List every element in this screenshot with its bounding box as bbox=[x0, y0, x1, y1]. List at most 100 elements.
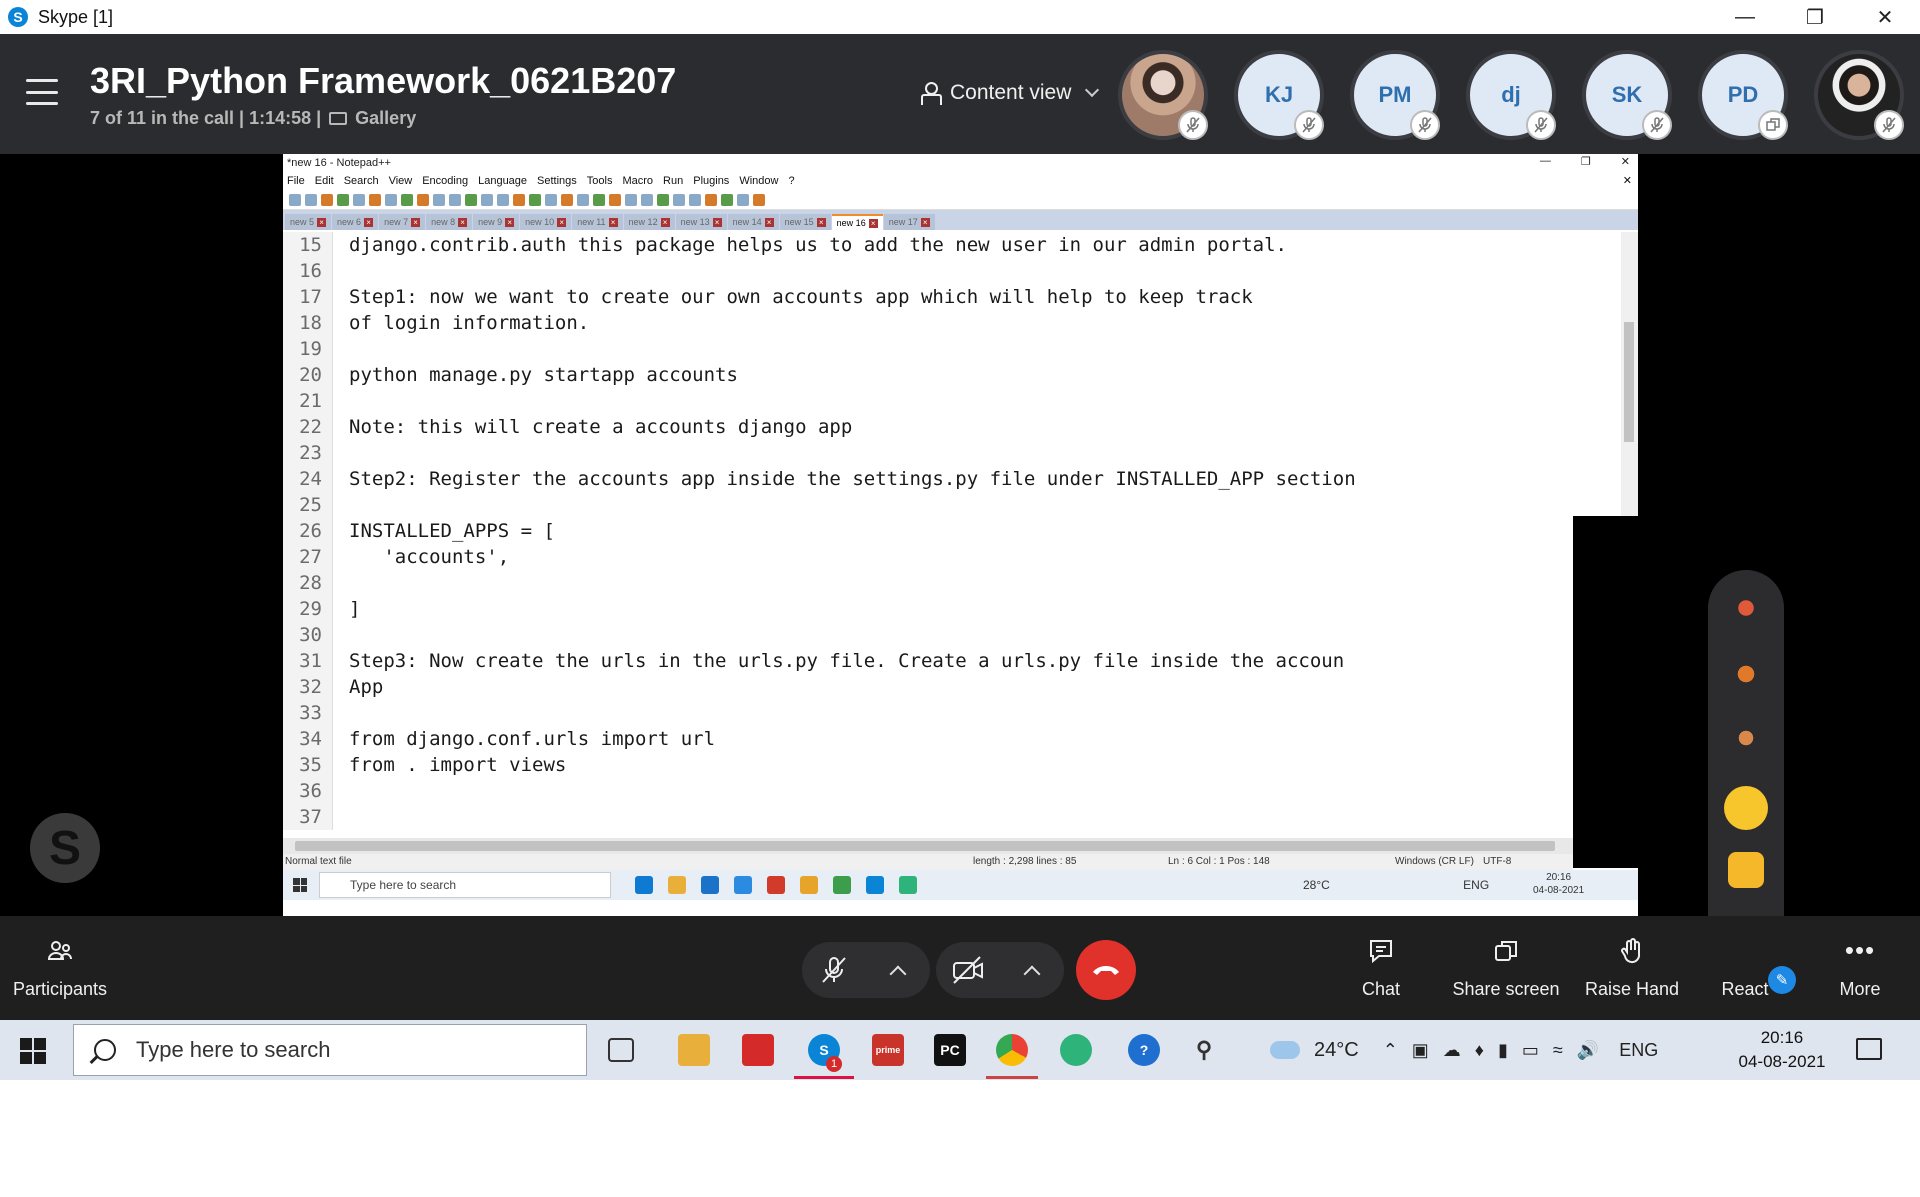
shared-skype-icon bbox=[866, 876, 884, 894]
video-off-icon bbox=[953, 956, 983, 984]
windows-start-icon[interactable] bbox=[20, 1038, 46, 1064]
window-controls: — ❐ ✕ bbox=[1710, 0, 1920, 34]
notepad-tab-label: new 5 bbox=[290, 217, 315, 227]
person-icon bbox=[920, 82, 942, 105]
notepad-tab-label: new 14 bbox=[732, 217, 762, 227]
dropbox-icon[interactable]: ♦ bbox=[1475, 1040, 1484, 1061]
video-options-button[interactable] bbox=[1010, 948, 1054, 992]
taskbar-search[interactable]: Type here to search bbox=[73, 1024, 587, 1076]
share-screen-button[interactable]: Share screen bbox=[1452, 916, 1560, 1020]
notepad-vertical-scrollbar bbox=[1621, 232, 1638, 522]
minimize-button[interactable]: — bbox=[1710, 0, 1780, 34]
mic-muted-icon bbox=[1642, 110, 1672, 140]
atom-icon[interactable] bbox=[1060, 1034, 1092, 1066]
tab-close-icon: × bbox=[505, 217, 515, 227]
celebrating-figure-icon[interactable] bbox=[1728, 656, 1764, 692]
react-button[interactable]: React bbox=[1720, 916, 1770, 1020]
onedrive-icon[interactable]: ☁ bbox=[1443, 1040, 1461, 1061]
line-number: 26 bbox=[283, 518, 333, 544]
notepad-toolbar-icon bbox=[433, 193, 445, 206]
mute-button[interactable] bbox=[812, 948, 856, 992]
taskbar-time: 20:16 bbox=[1760, 1028, 1804, 1047]
people-search-icon[interactable]: ⚲ bbox=[1188, 1034, 1220, 1066]
notifications-icon[interactable] bbox=[1856, 1038, 1882, 1060]
tab-close-icon: × bbox=[557, 217, 567, 227]
notepad-toolbar-icon bbox=[385, 193, 397, 206]
shared-app-icon bbox=[734, 876, 752, 894]
pycharm-icon[interactable]: PC bbox=[934, 1034, 966, 1066]
notepad-toolbar-icon bbox=[641, 193, 653, 206]
chevron-up-icon bbox=[889, 965, 907, 983]
participant-avatar[interactable]: PM bbox=[1350, 50, 1440, 140]
raise-hand-button[interactable]: Raise Hand bbox=[1584, 916, 1680, 1020]
participants-button[interactable]: Participants bbox=[13, 916, 107, 1020]
windows-taskbar: Type here to search S 1 prime PC ? ⚲ 24°… bbox=[0, 1020, 1920, 1080]
line-number: 24 bbox=[283, 466, 333, 492]
line-text: django.contrib.auth this package helps u… bbox=[349, 234, 1287, 256]
volume-icon[interactable]: 🔊 bbox=[1577, 1040, 1599, 1061]
taskbar-clock[interactable]: 20:16 04-08-2021 bbox=[1730, 1026, 1834, 1074]
participant-avatar[interactable]: KJ bbox=[1234, 50, 1324, 140]
line-text: Step1: now we want to create our own acc… bbox=[349, 286, 1253, 308]
share-screen-label: Share screen bbox=[1452, 978, 1560, 999]
chrome-icon[interactable] bbox=[996, 1034, 1028, 1066]
microphone-tray-icon[interactable]: ▮ bbox=[1498, 1040, 1508, 1061]
close-button[interactable]: ✕ bbox=[1850, 0, 1920, 34]
slides-app-icon[interactable] bbox=[742, 1034, 774, 1066]
weather-temp[interactable]: 24°C bbox=[1314, 1039, 1359, 1062]
notepad-editor: 15 django.contrib.auth this package helps… bbox=[283, 232, 1638, 838]
participant-avatar[interactable] bbox=[1814, 50, 1904, 140]
notepad-toolbar-icon bbox=[289, 193, 301, 206]
restore-button[interactable]: ❐ bbox=[1780, 0, 1850, 34]
chevron-up-tray-icon[interactable]: ⌃ bbox=[1383, 1040, 1398, 1061]
task-view-icon[interactable] bbox=[608, 1038, 634, 1062]
chat-button[interactable]: Chat bbox=[1350, 916, 1412, 1020]
participant-avatar[interactable]: PD bbox=[1698, 50, 1788, 140]
notepad-toolbar-icon bbox=[721, 193, 733, 206]
file-explorer-icon[interactable] bbox=[678, 1034, 710, 1066]
notepad-tab-label: new 9 bbox=[478, 217, 503, 227]
react-slot bbox=[1731, 937, 1759, 965]
thumbs-up-icon[interactable] bbox=[1728, 852, 1764, 888]
content-view-dropdown[interactable]: Content view bbox=[920, 81, 1100, 105]
edit-reaction-icon[interactable]: ✎ bbox=[1768, 966, 1796, 994]
dancing-figure-icon[interactable] bbox=[1728, 590, 1764, 626]
status-encoding: UTF-8 bbox=[1483, 856, 1512, 867]
help-icon[interactable]: ? bbox=[1128, 1034, 1160, 1066]
chevron-up-icon bbox=[1023, 965, 1041, 983]
menu-icon[interactable] bbox=[26, 79, 58, 105]
end-call-button[interactable] bbox=[1076, 940, 1136, 1000]
notepad-title: *new 16 - Notepad++ bbox=[287, 157, 391, 169]
editor-line: 28 bbox=[283, 570, 349, 596]
mic-muted-icon bbox=[1294, 110, 1324, 140]
wifi-icon[interactable]: ≈ bbox=[1553, 1040, 1563, 1061]
editor-line: 16 bbox=[283, 258, 349, 284]
status-eol: Windows (CR LF) bbox=[1395, 856, 1474, 867]
editor-line: 37 bbox=[283, 804, 349, 830]
video-toggle-button[interactable] bbox=[946, 948, 990, 992]
gallery-icon[interactable] bbox=[329, 112, 348, 125]
tab-close-icon: × bbox=[868, 218, 878, 228]
meet-now-icon[interactable]: ▣ bbox=[1412, 1040, 1429, 1061]
notepad-toolbar-icon bbox=[305, 193, 317, 206]
line-number: 31 bbox=[283, 648, 333, 674]
mic-options-button[interactable] bbox=[876, 948, 920, 992]
battery-icon[interactable]: ▭ bbox=[1522, 1040, 1539, 1061]
participant-avatar[interactable]: SK bbox=[1582, 50, 1672, 140]
shared-tray: 28°C ENG bbox=[1303, 878, 1489, 892]
participant-avatar[interactable] bbox=[1118, 50, 1208, 140]
weather-icon[interactable] bbox=[1270, 1041, 1300, 1059]
skype-active-indicator bbox=[794, 1076, 854, 1079]
prime-video-icon[interactable]: prime bbox=[872, 1034, 904, 1066]
notepad-restore-icon: ❐ bbox=[1580, 156, 1591, 168]
surprised-face-icon[interactable] bbox=[1724, 786, 1768, 830]
notepad-tab-label: new 13 bbox=[680, 217, 710, 227]
language-indicator[interactable]: ENG bbox=[1619, 1040, 1658, 1061]
gallery-label[interactable]: Gallery bbox=[355, 108, 416, 129]
raise-hand-icon bbox=[1621, 937, 1641, 963]
more-button[interactable]: ••• More bbox=[1836, 916, 1884, 1020]
juggling-figure-icon[interactable] bbox=[1728, 720, 1764, 756]
editor-line: 36 bbox=[283, 778, 349, 804]
participant-avatar[interactable]: dj bbox=[1466, 50, 1556, 140]
editor-line: 24 Step2: Register the accounts app insid… bbox=[283, 466, 1356, 492]
